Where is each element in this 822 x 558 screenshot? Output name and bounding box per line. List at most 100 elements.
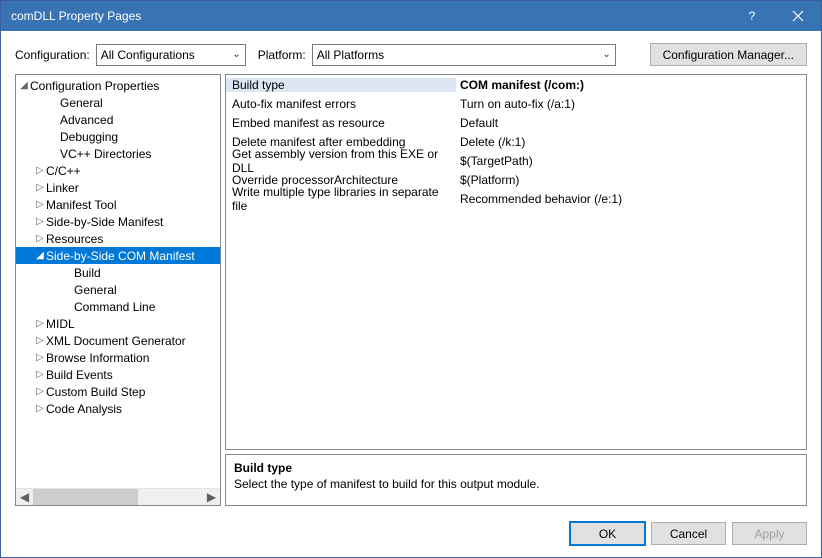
triangle-right-icon: ▶ [207,490,216,504]
property-row[interactable]: Auto-fix manifest errorsTurn on auto-fix… [226,94,806,113]
tree-label: Side-by-Side Manifest [46,215,163,229]
expand-collapse-icon: ▷ [34,216,46,227]
tree-label: Side-by-Side COM Manifest [46,249,195,263]
tree-label: Manifest Tool [46,198,116,212]
tree-item[interactable]: ▷MIDL [16,315,220,332]
tree-item[interactable]: General [16,281,220,298]
expand-collapse-icon: ▷ [34,403,46,414]
titlebar: comDLL Property Pages ? [1,1,821,31]
tree-item[interactable]: ▷Manifest Tool [16,196,220,213]
tree-label: Build [74,266,101,280]
help-icon: ? [749,9,756,23]
expand-collapse-icon: ◢ [34,250,46,261]
tree-item[interactable]: Command Line [16,298,220,315]
tree-item[interactable]: Debugging [16,128,220,145]
tree-label: Debugging [60,130,118,144]
tree-item[interactable]: VC++ Directories [16,145,220,162]
chevron-down-icon: ⌄ [602,49,610,60]
tree-item[interactable]: ▷Browse Information [16,349,220,366]
description-pane: Build type Select the type of manifest t… [225,454,807,506]
property-row[interactable]: Write multiple type libraries in separat… [226,189,806,208]
tree-item[interactable]: General [16,94,220,111]
scroll-thumb[interactable] [33,489,138,506]
tree-item[interactable]: ▷Side-by-Side Manifest [16,213,220,230]
property-value[interactable]: COM manifest (/com:) [456,78,806,92]
close-button[interactable] [775,1,821,31]
tree-label: Browse Information [46,351,149,365]
scroll-left-button[interactable]: ◀ [16,489,33,506]
expand-collapse-icon: ▷ [34,369,46,380]
tree-label: Command Line [74,300,155,314]
expand-collapse-icon: ◢ [18,80,30,91]
close-icon [792,10,804,22]
configuration-label: Configuration: [15,48,90,62]
nav-tree-body[interactable]: ◢Configuration Properties General Advanced… [16,75,220,488]
property-name: Embed manifest as resource [226,116,456,130]
expand-collapse-icon: ▷ [34,386,46,397]
configuration-manager-label: Configuration Manager... [663,48,794,62]
platform-label: Platform: [258,48,306,62]
description-body: Select the type of manifest to build for… [234,477,798,491]
cancel-button[interactable]: Cancel [651,522,726,545]
tree-label: Build Events [46,368,113,382]
tree-item[interactable]: ▷Linker [16,179,220,196]
configuration-value: All Configurations [101,48,227,62]
expand-collapse-icon: ▷ [34,318,46,329]
property-value[interactable]: $(TargetPath) [456,154,806,168]
expand-collapse-icon: ▷ [34,335,46,346]
cancel-label: Cancel [670,527,707,541]
platform-combo[interactable]: All Platforms ⌄ [312,44,616,66]
property-row[interactable]: Build typeCOM manifest (/com:) [226,75,806,94]
platform-value: All Platforms [317,48,597,62]
description-title: Build type [234,461,798,475]
tree-label: VC++ Directories [60,147,151,161]
property-name: Auto-fix manifest errors [226,97,456,111]
ok-label: OK [599,527,616,541]
scroll-right-button[interactable]: ▶ [203,489,220,506]
expand-collapse-icon: ▷ [34,352,46,363]
property-value[interactable]: Delete (/k:1) [456,135,806,149]
tree-label: General [60,96,103,110]
configuration-combo[interactable]: All Configurations ⌄ [96,44,246,66]
tree-item[interactable]: ▷Build Events [16,366,220,383]
apply-label: Apply [754,527,784,541]
tree-item[interactable]: ▷Custom Build Step [16,383,220,400]
tree-item[interactable]: ▷C/C++ [16,162,220,179]
property-name: Write multiple type libraries in separat… [226,185,456,213]
property-row[interactable]: Get assembly version from this EXE or DL… [226,151,806,170]
dialog-footer: OK Cancel Apply [1,514,821,557]
ok-button[interactable]: OK [570,522,645,545]
tree-item[interactable]: ▷Code Analysis [16,400,220,417]
triangle-left-icon: ◀ [20,490,29,504]
tree-item[interactable]: Build [16,264,220,281]
help-button[interactable]: ? [729,1,775,31]
nav-tree: ◢Configuration Properties General Advanced… [15,74,221,506]
tree-label: Advanced [60,113,113,127]
tree-label: C/C++ [46,164,81,178]
property-value[interactable]: Default [456,116,806,130]
tree-item[interactable]: ▷Resources [16,230,220,247]
property-value[interactable]: Recommended behavior (/e:1) [456,192,806,206]
property-name: Get assembly version from this EXE or DL… [226,147,456,175]
tree-label: Code Analysis [46,402,122,416]
tree-item[interactable]: Advanced [16,111,220,128]
property-value[interactable]: Turn on auto-fix (/a:1) [456,97,806,111]
apply-button: Apply [732,522,807,545]
config-toolbar: Configuration: All Configurations ⌄ Plat… [1,31,821,74]
property-grid[interactable]: Build typeCOM manifest (/com:)Auto-fix m… [225,74,807,450]
tree-label: Linker [46,181,79,195]
expand-collapse-icon: ▷ [34,165,46,176]
property-value[interactable]: $(Platform) [456,173,806,187]
expand-collapse-icon: ▷ [34,233,46,244]
configuration-manager-button[interactable]: Configuration Manager... [650,43,807,66]
tree-root[interactable]: ◢Configuration Properties [16,77,220,94]
tree-hscrollbar[interactable]: ◀ ▶ [16,488,220,505]
tree-item[interactable]: ▷XML Document Generator [16,332,220,349]
property-row[interactable]: Embed manifest as resourceDefault [226,113,806,132]
tree-label: General [74,283,117,297]
scroll-track[interactable] [33,489,203,506]
tree-item[interactable]: ◢Side-by-Side COM Manifest [16,247,220,264]
property-name: Build type [226,78,456,92]
tree-label: MIDL [46,317,75,331]
window-title: comDLL Property Pages [11,9,141,23]
